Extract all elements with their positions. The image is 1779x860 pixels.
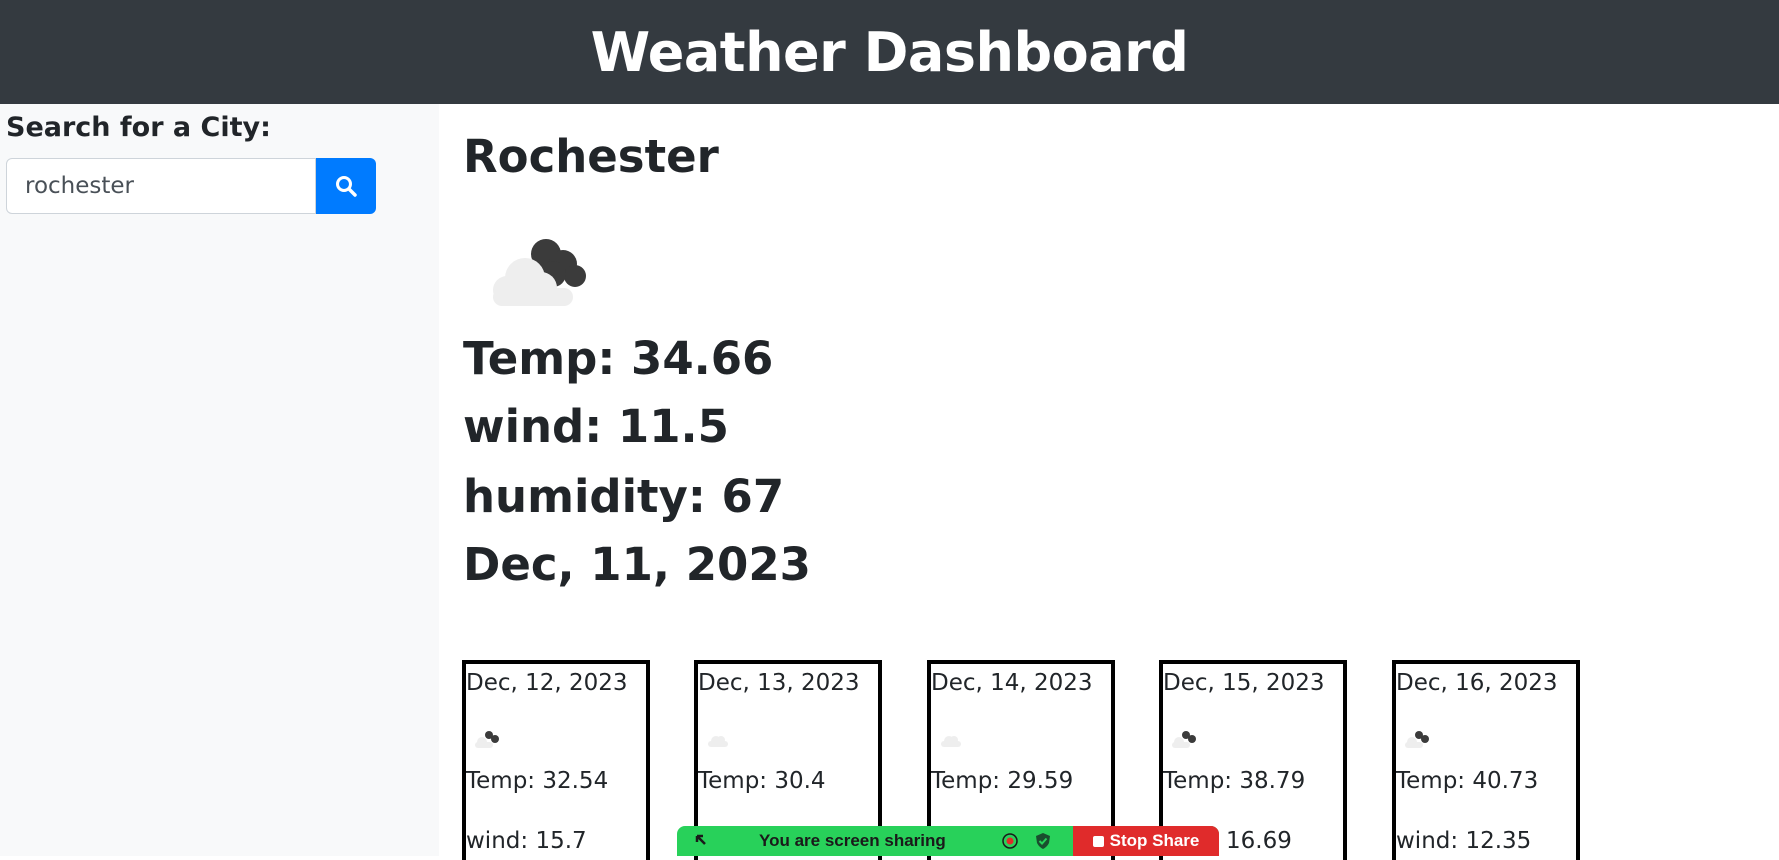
shield-icon[interactable] [1034,832,1052,850]
broken-clouds-icon [1405,731,1429,748]
current-wind: wind: 11.5 [463,400,729,453]
current-date: Dec, 11, 2023 [463,538,811,591]
forecast-temp: Temp: 40.73 [1396,768,1539,794]
broken-clouds-icon [1172,731,1196,748]
record-icon[interactable] [1001,832,1019,850]
city-name: Rochester [463,130,719,183]
forecast-temp: Temp: 38.79 [1163,768,1306,794]
screen-share-bar: You are screen sharing Stop Share [677,826,1219,856]
forecast-card: Dec, 16, 2023 Temp: 40.73 wind: 12.35 [1392,660,1580,860]
forecast-temp: Temp: 30.4 [698,768,826,794]
few-clouds-icon [708,736,728,747]
broken-clouds-icon [475,731,499,748]
few-clouds-icon [941,736,961,747]
current-temp: Temp: 34.66 [463,332,774,385]
forecast-date: Dec, 16, 2023 [1396,670,1558,696]
stop-icon [1092,835,1104,847]
page-title: Weather Dashboard [590,20,1189,84]
forecast-date: Dec, 12, 2023 [466,670,628,696]
forecast-card: Dec, 12, 2023 Temp: 32.54 wind: 15.7 [462,660,650,860]
stop-share-label: Stop Share [1109,831,1200,850]
forecast-wind: 16.69 [1226,828,1292,854]
search-icon [336,176,357,197]
header: Weather Dashboard [0,0,1779,104]
sidebar: Search for a City: [0,104,439,856]
stop-share-button[interactable]: Stop Share [1073,826,1219,856]
drag-handle-icon[interactable] [693,832,713,852]
forecast-wind: wind: 15.7 [466,828,587,854]
screen-share-text: You are screen sharing [759,831,946,850]
forecast-temp: Temp: 29.59 [931,768,1074,794]
search-input[interactable] [6,158,316,214]
forecast-wind: wind: 12.35 [1396,828,1532,854]
main-content: Rochester Temp: 34.66 wind: 11.5 humidit… [439,104,1779,860]
forecast-date: Dec, 13, 2023 [698,670,860,696]
search-label: Search for a City: [6,112,271,143]
broken-clouds-icon [493,239,586,306]
forecast-temp: Temp: 32.54 [466,768,609,794]
forecast-date: Dec, 14, 2023 [931,670,1093,696]
current-humidity: humidity: 67 [463,470,785,523]
search-button[interactable] [316,158,376,214]
forecast-date: Dec, 15, 2023 [1163,670,1325,696]
